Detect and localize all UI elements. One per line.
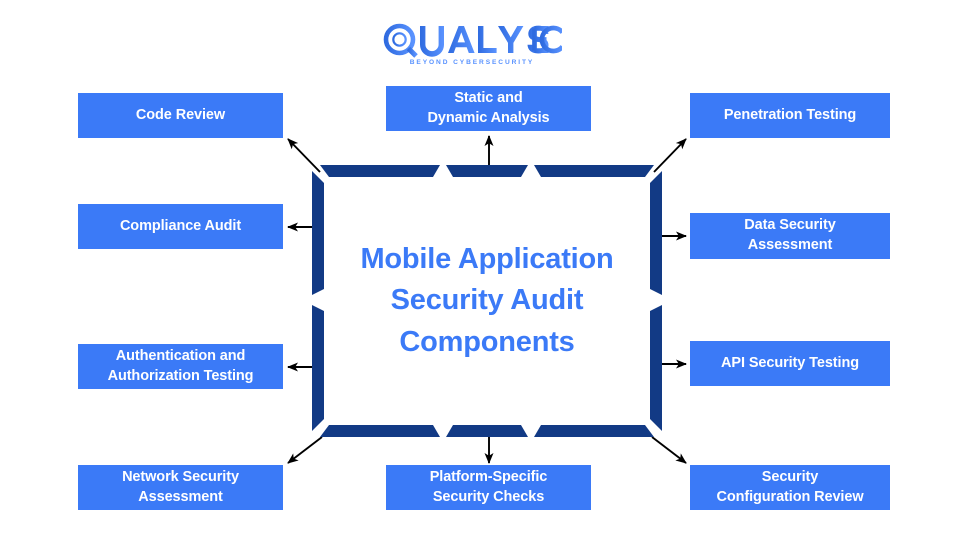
node-label-line-1: Platform-Specific bbox=[429, 468, 548, 485]
node-label-line-1: Network Security bbox=[122, 468, 239, 485]
arrow-to-security-config bbox=[651, 436, 687, 464]
hub-title-line-3: Components bbox=[399, 325, 575, 358]
qualysec-logo: BEYOND CYBERSECURITY bbox=[382, 22, 562, 68]
node-network-security-assessment[interactable]: Network Security Assessment bbox=[78, 465, 283, 510]
node-label: Penetration Testing bbox=[723, 106, 857, 123]
arrow-to-network-security bbox=[287, 436, 323, 464]
node-api-security-testing[interactable]: API Security Testing bbox=[690, 341, 890, 386]
hub-title-line-1: Mobile Application bbox=[360, 243, 614, 276]
node-label-line-1: Security bbox=[761, 468, 819, 485]
node-label-line-1: Static and bbox=[454, 89, 523, 106]
node-penetration-testing[interactable]: Penetration Testing bbox=[690, 93, 890, 138]
node-static-and-dynamic-analysis[interactable]: Static and Dynamic Analysis bbox=[386, 86, 591, 131]
node-label-line-2: Authorization Testing bbox=[107, 367, 254, 384]
node-label: Compliance Audit bbox=[119, 217, 242, 234]
logo-tagline: BEYOND CYBERSECURITY bbox=[410, 59, 534, 66]
node-label-line-1: Data Security bbox=[744, 217, 836, 234]
node-label-line-2: Assessment bbox=[138, 488, 223, 505]
node-label: API Security Testing bbox=[721, 354, 859, 371]
diagram-canvas: BEYOND CYBERSECURITY Mobile Application … bbox=[0, 0, 960, 540]
node-label: Code Review bbox=[135, 106, 226, 123]
node-data-security-assessment[interactable]: Data Security Assessment bbox=[690, 213, 890, 259]
node-label-line-1: Authentication and bbox=[115, 347, 246, 364]
node-code-review[interactable]: Code Review bbox=[78, 93, 283, 138]
node-compliance-audit[interactable]: Compliance Audit bbox=[78, 204, 283, 249]
node-label-line-2: Dynamic Analysis bbox=[427, 109, 550, 126]
node-authentication-authorization-testing[interactable]: Authentication and Authorization Testing bbox=[78, 344, 283, 389]
central-hub: Mobile Application Security Audit Compon… bbox=[312, 165, 662, 437]
logo-artwork: BEYOND CYBERSECURITY bbox=[383, 23, 562, 66]
hub-title: Mobile Application Security Audit Compon… bbox=[338, 165, 636, 437]
node-label-line-2: Configuration Review bbox=[716, 488, 864, 505]
node-label-line-2: Security Checks bbox=[432, 488, 545, 505]
hub-title-line-2: Security Audit bbox=[390, 284, 584, 317]
node-label-line-2: Assessment bbox=[747, 237, 833, 253]
node-platform-specific-security-checks[interactable]: Platform-Specific Security Checks bbox=[386, 465, 591, 510]
node-security-configuration-review[interactable]: Security Configuration Review bbox=[690, 465, 890, 510]
